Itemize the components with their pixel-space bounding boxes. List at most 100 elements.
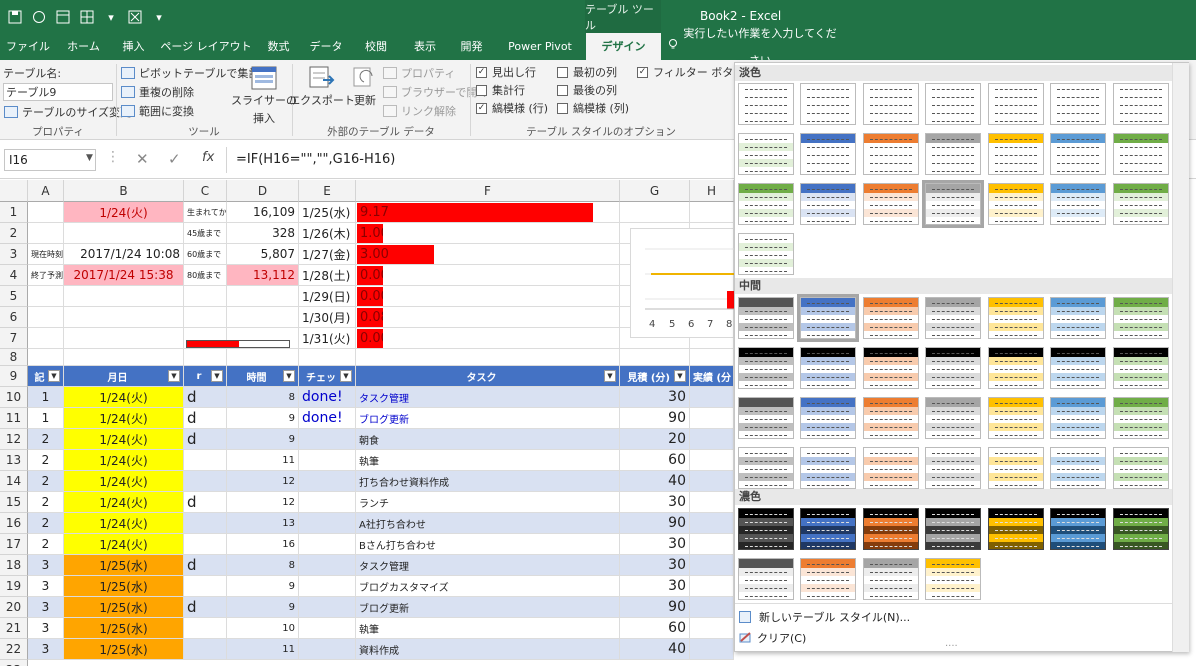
- cell-flag[interactable]: [184, 513, 227, 534]
- cell-actual[interactable]: [690, 492, 734, 513]
- style-medium-13[interactable]: [1050, 347, 1106, 389]
- cell-priority[interactable]: 2: [28, 471, 64, 492]
- col-header-b[interactable]: B: [64, 180, 184, 202]
- table-header-5[interactable]: チェッ ▼: [299, 366, 356, 387]
- cell-priority[interactable]: 2: [28, 534, 64, 555]
- cell-estimate[interactable]: 30: [620, 534, 690, 555]
- cell-priority[interactable]: 3: [28, 639, 64, 660]
- cell-date[interactable]: 1/25(水): [64, 618, 184, 639]
- cell-d1[interactable]: 16,109: [227, 202, 299, 223]
- col-header-c[interactable]: C: [184, 180, 227, 202]
- filter-dropdown-icon[interactable]: ▼: [48, 370, 60, 382]
- cell-actual[interactable]: [690, 576, 734, 597]
- cell-priority[interactable]: 1: [28, 408, 64, 429]
- filter-dropdown-icon[interactable]: ▼: [604, 370, 616, 382]
- cell-a5[interactable]: [28, 286, 64, 307]
- cell-actual[interactable]: [690, 513, 734, 534]
- cell-priority[interactable]: 2: [28, 513, 64, 534]
- filter-dropdown-icon[interactable]: ▼: [283, 370, 295, 382]
- insert-function-icon[interactable]: fx: [202, 150, 214, 165]
- style-dark-9[interactable]: [800, 558, 856, 600]
- cell-hour[interactable]: 13: [227, 513, 299, 534]
- cell-flag[interactable]: d: [184, 429, 227, 450]
- cell-hour[interactable]: 9: [227, 408, 299, 429]
- cell-task[interactable]: 朝食: [356, 429, 620, 450]
- cell-flag[interactable]: [184, 534, 227, 555]
- cell-priority[interactable]: 2: [28, 450, 64, 471]
- style-light-18[interactable]: [922, 180, 984, 228]
- style-light-19[interactable]: [988, 183, 1044, 225]
- cell-e8[interactable]: [299, 349, 356, 366]
- table-style-gallery[interactable]: 淡色 中間 濃色 新しいテーブル スタイル(N)... クリア(C) ····: [734, 62, 1189, 652]
- table-header-7[interactable]: 見積 (分) ▼: [620, 366, 690, 387]
- cell-check[interactable]: [299, 429, 356, 450]
- col-header-a[interactable]: A: [28, 180, 64, 202]
- cell-f6[interactable]: [356, 307, 620, 328]
- tab-developer[interactable]: 開発: [449, 33, 494, 60]
- tab-data[interactable]: データ: [301, 33, 351, 60]
- cell-hour[interactable]: 10: [227, 618, 299, 639]
- option-header-row[interactable]: ✓ 見出し行: [476, 64, 536, 80]
- style-light-20[interactable]: [1050, 183, 1106, 225]
- col-header-f[interactable]: F: [356, 180, 620, 202]
- col-header-e[interactable]: E: [299, 180, 356, 202]
- enter-icon[interactable]: ✓: [168, 150, 181, 168]
- style-medium-5[interactable]: [988, 297, 1044, 339]
- style-light-6[interactable]: [1050, 83, 1106, 125]
- style-light-10[interactable]: [863, 133, 919, 175]
- style-light-7[interactable]: [1113, 83, 1169, 125]
- properties-button[interactable]: プロパティ: [383, 65, 455, 81]
- tab-review[interactable]: 校閲: [351, 33, 401, 60]
- table-header-1[interactable]: 記 ▼: [28, 366, 64, 387]
- row-header-20[interactable]: 20: [0, 597, 28, 618]
- cell-estimate[interactable]: 40: [620, 471, 690, 492]
- style-light-16[interactable]: [800, 183, 856, 225]
- row-header-10[interactable]: 10: [0, 387, 28, 408]
- row-header-15[interactable]: 15: [0, 492, 28, 513]
- cell-hour[interactable]: 9: [227, 597, 299, 618]
- style-medium-6[interactable]: [1050, 297, 1106, 339]
- cell-e6[interactable]: 1/30(月): [299, 307, 356, 328]
- cell-hour[interactable]: 12: [227, 471, 299, 492]
- cell-task[interactable]: Bさん打ち合わせ: [356, 534, 620, 555]
- row-header-19[interactable]: 19: [0, 576, 28, 597]
- filter-dropdown-icon[interactable]: ▼: [340, 370, 352, 382]
- cell-flag[interactable]: d: [184, 408, 227, 429]
- grid-icon[interactable]: [78, 8, 96, 26]
- customize-qat-icon[interactable]: ▾: [150, 8, 168, 26]
- refresh-button[interactable]: 更新: [350, 66, 380, 108]
- cell-h8[interactable]: [690, 349, 734, 366]
- cell-b3[interactable]: 2017/1/24 10:08: [64, 244, 184, 265]
- cell-flag[interactable]: [184, 576, 227, 597]
- dropdown-arrow-icon[interactable]: ▾: [102, 8, 120, 26]
- cell-estimate[interactable]: 30: [620, 576, 690, 597]
- remove-duplicates-button[interactable]: 重複の削除: [121, 84, 194, 100]
- style-dark-11[interactable]: [925, 558, 981, 600]
- style-medium-24[interactable]: [863, 447, 919, 489]
- style-light-3[interactable]: [863, 83, 919, 125]
- filter-dropdown-icon[interactable]: ▼: [211, 370, 223, 382]
- tab-formulas[interactable]: 数式: [256, 33, 301, 60]
- option-filter-button[interactable]: ✓ フィルター ボタン: [637, 64, 744, 80]
- cell-priority[interactable]: 3: [28, 555, 64, 576]
- cell-hour[interactable]: 12: [227, 492, 299, 513]
- cell-b7[interactable]: [64, 328, 184, 349]
- cell-task[interactable]: ブログ更新: [356, 408, 620, 429]
- unlink-button[interactable]: リンク解除: [383, 103, 456, 119]
- cell-task[interactable]: 執筆: [356, 618, 620, 639]
- style-light-13[interactable]: [1050, 133, 1106, 175]
- cell-date[interactable]: 1/24(火): [64, 471, 184, 492]
- row-header-16[interactable]: 16: [0, 513, 28, 534]
- style-dark-3[interactable]: [863, 508, 919, 550]
- formula-input[interactable]: =IF(H16="","",G16-H16): [236, 152, 395, 167]
- cell-check[interactable]: done!: [299, 387, 356, 408]
- cell-d2[interactable]: 328: [227, 223, 299, 244]
- tab-insert[interactable]: 挿入: [111, 33, 156, 60]
- cell-e2[interactable]: 1/26(木): [299, 223, 356, 244]
- cell-date[interactable]: 1/24(火): [64, 450, 184, 471]
- style-medium-12[interactable]: [988, 347, 1044, 389]
- style-light-9[interactable]: [800, 133, 856, 175]
- cell-a6[interactable]: [28, 307, 64, 328]
- cell-d8[interactable]: [227, 349, 299, 366]
- embedded-chart[interactable]: 4 5 6 7 8: [630, 228, 735, 338]
